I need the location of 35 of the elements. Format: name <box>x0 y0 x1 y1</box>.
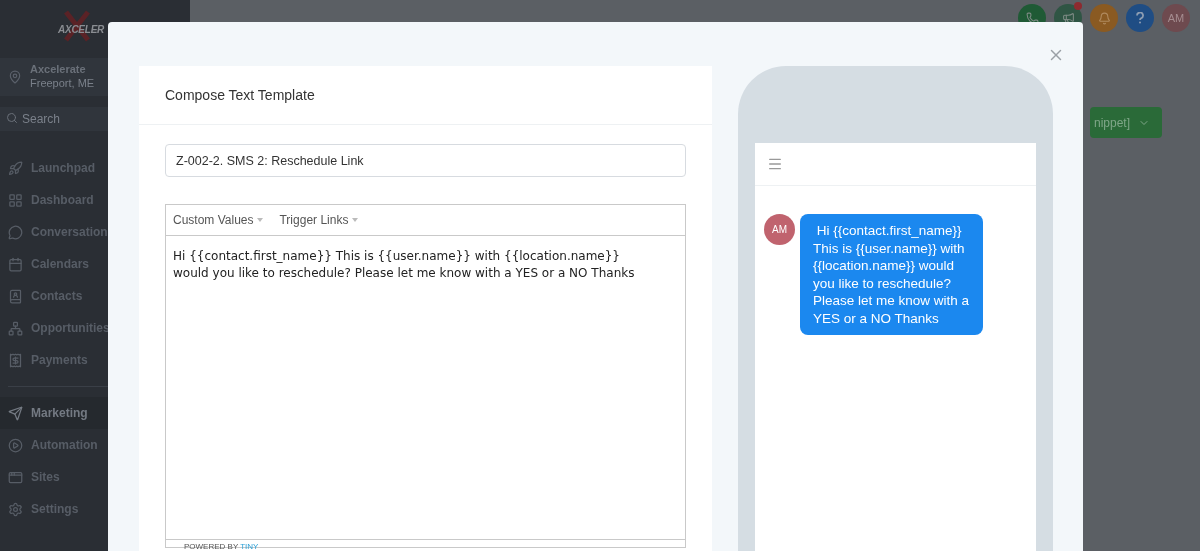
snippet-button[interactable]: nippet] <box>1089 107 1162 138</box>
location-icon <box>8 70 22 84</box>
megaphone-icon <box>1061 11 1075 25</box>
caret-icon <box>352 218 359 222</box>
sender-avatar: AM <box>764 214 795 245</box>
conversations-icon <box>8 224 23 240</box>
settings-icon <box>8 501 23 517</box>
bell-icon <box>1097 11 1111 25</box>
editor-footer-text: POWERED BY TINY <box>184 543 259 551</box>
automation-icon <box>8 437 23 453</box>
marketing-icon <box>8 405 23 421</box>
phone-icon <box>1025 11 1039 25</box>
help-button[interactable] <box>1126 4 1154 32</box>
notifications-button[interactable] <box>1090 4 1118 32</box>
opportunities-icon <box>8 320 23 336</box>
payments-icon <box>8 352 23 368</box>
location-address: Freeport, ME <box>30 77 95 91</box>
template-name-input[interactable]: Z-002-2. SMS 2: Reschedule Link <box>165 144 686 177</box>
location-name: Axcelerate <box>30 63 87 77</box>
message-text[interactable]: Hi {{contact.first_name}} This is {{user.name}} with {{location.name}} would you like to reschedule? Please let me know with a YES or a NO Thanks <box>173 248 678 282</box>
menu-icon[interactable] <box>767 156 783 172</box>
question-mark-icon <box>1136 12 1144 24</box>
tiny-link[interactable]: TINY <box>240 542 259 551</box>
sites-icon <box>8 469 23 485</box>
logo-text: AXCELER <box>58 22 105 37</box>
dashboard-icon <box>8 192 23 208</box>
calendars-icon <box>8 256 23 272</box>
search-icon <box>6 112 18 124</box>
toolbar-dropdown[interactable]: Trigger Links <box>279 211 359 229</box>
caret-icon <box>257 218 264 222</box>
user-avatar[interactable]: AM <box>1162 4 1190 32</box>
message-bubble: Hi {{contact.first_name}} This is {{user.name}} with {{location.name}} would you like to reschedule? Please let me know with a YES or a NO Thanks <box>800 214 983 335</box>
launchpad-icon <box>8 160 23 176</box>
contacts-icon <box>8 288 23 304</box>
toolbar-dropdown[interactable]: Custom Values <box>173 211 264 229</box>
